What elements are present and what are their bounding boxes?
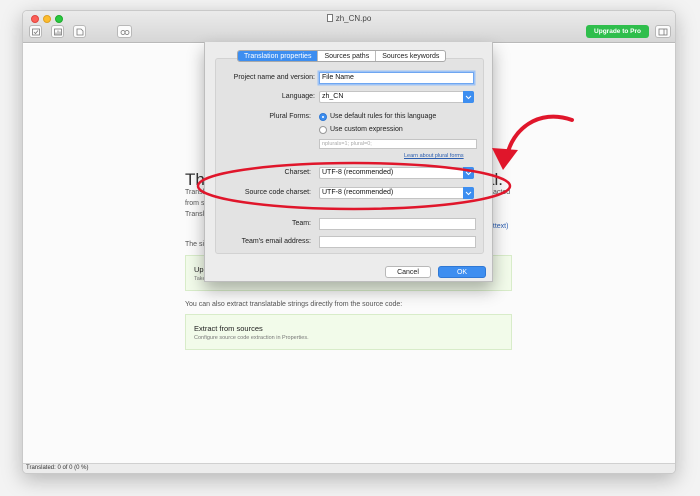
window-title: zh_CN.po [23,14,675,23]
intro-line-fragment: acted [493,189,511,196]
extract-from-sources-box[interactable]: Extract from sources Configure source co… [185,314,512,350]
plural-forms-label: Plural Forms: [269,113,311,120]
chevron-down-icon [463,187,474,199]
sidebar-toggle-button[interactable] [117,25,132,38]
charset-label: Charset: [284,169,311,176]
catalog-properties-sheet: Translation properties Sources paths Sou… [204,42,493,282]
cancel-button[interactable]: Cancel [385,266,431,278]
welcome-heading-left: Th [185,170,205,189]
plural-forms-help-link[interactable]: Learn about plural forms [404,153,464,159]
language-label: Language: [281,93,315,100]
source-intro-text: You can also extract translatable string… [185,301,403,308]
update-from-sources-button[interactable] [73,25,86,38]
source-charset-label: Source code charset: [244,189,311,196]
source-charset-select[interactable]: UTF-8 (recommended) [319,187,474,199]
title-bar: zh_CN.po Upgrade to Pro [23,11,675,43]
intro-line-4: The si [185,241,205,248]
intro-line-2: from s [185,200,205,207]
language-select[interactable]: zh_CN [319,91,474,103]
upgrade-to-pro-button[interactable]: Upgrade to Pro [586,25,649,38]
bar-chart-icon [53,28,62,35]
extract-title: Extract from sources [194,324,263,333]
plural-custom-label: Use custom expression [330,126,403,133]
project-label: Project name and version: [233,74,315,81]
extract-subtitle: Configure source code extraction in Prop… [194,335,309,341]
team-input[interactable] [319,218,476,230]
plural-default-label: Use default rules for this language [330,113,437,120]
ok-button[interactable]: OK [438,266,486,278]
sidebar-icon [658,28,668,35]
chevron-down-icon [463,91,474,103]
tab-sources-keywords[interactable]: Sources keywords [376,51,445,61]
validate-button[interactable] [29,25,42,38]
status-bar: Translated: 0 of 0 (0 %) [23,463,675,473]
team-email-label: Team's email address: [241,238,311,245]
document-icon [326,14,333,22]
intro-line-1: Transl [185,189,205,196]
sidebar-panel-button[interactable] [655,25,671,38]
checkmark-icon [31,28,40,35]
team-label: Team: [291,220,311,227]
document-refresh-icon [76,28,83,35]
plural-expression-input[interactable]: nplurals=1; plural=0; [319,139,477,149]
charset-select[interactable]: UTF-8 (recommended) [319,167,474,179]
project-name-input[interactable]: File Name [319,72,474,84]
glasses-icon [120,29,129,35]
statistics-button[interactable] [51,25,64,38]
chevron-down-icon [463,167,474,179]
plural-custom-radio[interactable] [319,126,327,134]
tab-sources-paths[interactable]: Sources paths [318,51,377,61]
plural-default-radio[interactable] [319,113,327,121]
intro-line-3: Transl [185,211,205,218]
tab-translation-properties[interactable]: Translation properties [238,51,319,61]
properties-tabs: Translation properties Sources paths Sou… [237,50,447,62]
team-email-input[interactable] [319,236,476,248]
